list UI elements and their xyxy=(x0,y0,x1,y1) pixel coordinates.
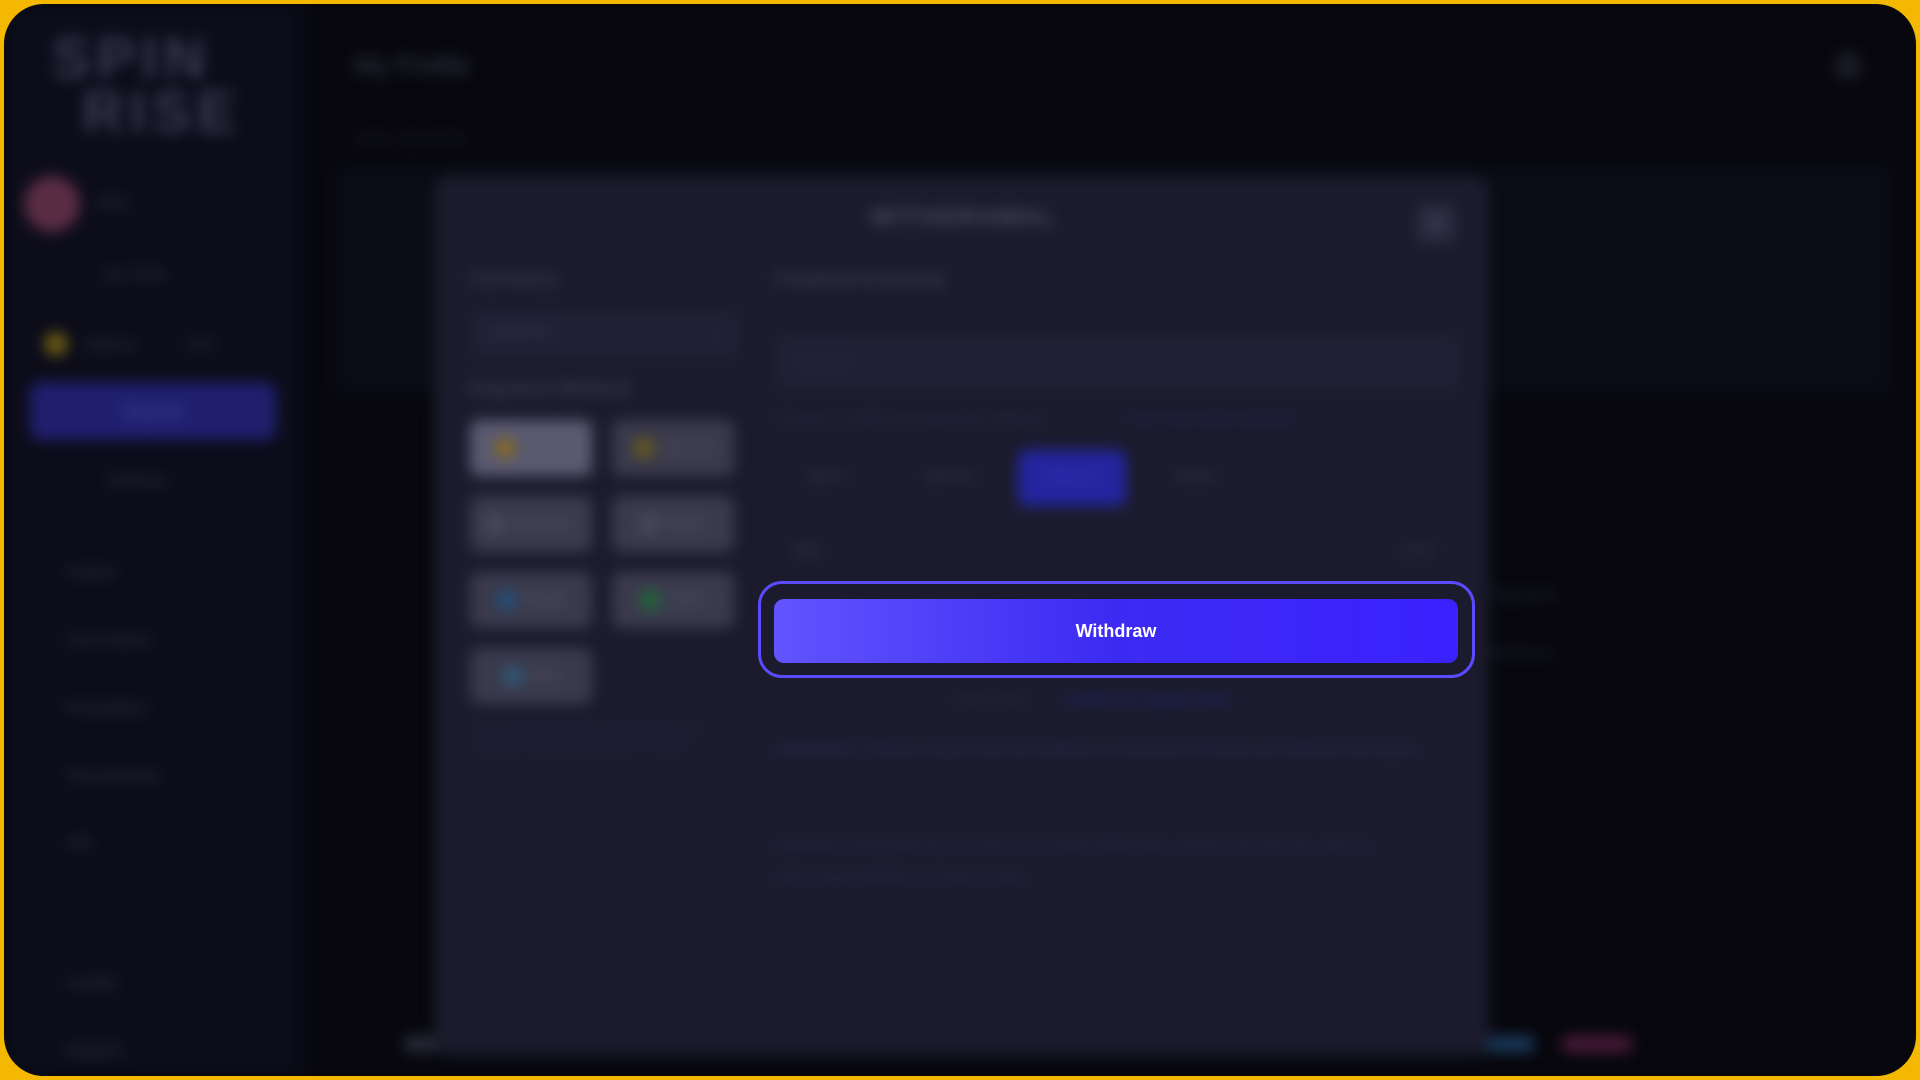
warning-text: WARNING: Please ensure that the address … xyxy=(774,740,1423,759)
tron-icon xyxy=(502,666,523,687)
logo-line-1: SPIN xyxy=(52,26,212,91)
logo-line-2: RISE xyxy=(82,80,242,145)
username: User xyxy=(96,194,130,211)
withdraw-link[interactable]: Withdraw xyxy=(108,472,166,488)
currency-select[interactable]: CRYPTO ⌄ xyxy=(470,310,740,358)
modal-title: WITHDRAWAL xyxy=(870,204,1057,231)
payment-method-usdt[interactable]: USDT xyxy=(612,572,734,628)
currency-label: Currency xyxy=(470,268,558,290)
ripple-icon xyxy=(496,590,517,611)
sidebar-item-casino[interactable]: Casino xyxy=(66,564,116,582)
amount-input[interactable]: 100 USD xyxy=(774,526,1460,576)
profile-link[interactable]: My Profile xyxy=(104,266,166,282)
bitcoin-icon xyxy=(495,438,516,459)
withdraw-button[interactable]: Withdraw xyxy=(774,599,1458,663)
close-icon[interactable]: ✕ xyxy=(1416,204,1456,244)
sidebar-item-support[interactable]: Support xyxy=(66,1042,122,1060)
network-bep2[interactable]: BEP2 xyxy=(774,450,882,506)
currency-value: CRYPTO xyxy=(486,325,553,342)
payment-method-ripple[interactable]: Ripple xyxy=(470,572,592,628)
page-title: My Profile xyxy=(354,50,470,80)
payment-method-litecoin[interactable]: Litecoin xyxy=(612,420,734,476)
coin-icon xyxy=(44,332,68,356)
ethereum-icon xyxy=(485,514,506,535)
network-bep20[interactable]: BEP20 xyxy=(896,450,1004,506)
method-note: Your withdrawal will be processed to the… xyxy=(470,721,701,754)
sidebar-item-promotions[interactable]: Promotions xyxy=(66,700,147,718)
settings-icon[interactable] xyxy=(1834,52,1862,80)
balance-value: 0.00 xyxy=(186,336,214,352)
help-prefix: Need help? xyxy=(954,691,1031,708)
blurred-background: SPIN RISE User My Profile Balance 0.00 D… xyxy=(4,4,1916,1076)
bg-column-label: Payment xyxy=(1484,584,1556,604)
bg-column-value: Withdrawal xyxy=(1484,644,1554,660)
sidebar: SPIN RISE User My Profile Balance 0.00 D… xyxy=(4,4,304,1076)
help-link[interactable]: Contact our support team xyxy=(1062,684,1231,716)
breadcrumb[interactable]: Home / My Profile xyxy=(354,130,465,146)
avatar[interactable] xyxy=(24,176,80,232)
balance-label: Balance xyxy=(86,336,137,352)
usdt-icon xyxy=(639,590,660,611)
payment-method-tether[interactable]: Tether xyxy=(612,496,734,552)
sidebar-item-tournaments[interactable]: Tournaments xyxy=(66,768,159,786)
payment-method-label: Payment Method xyxy=(470,378,631,400)
litecoin-icon xyxy=(634,438,655,459)
network-label: Choose a wallet and payment network xyxy=(774,410,1046,427)
address-input[interactable]: Address xyxy=(774,334,1460,390)
amount-suffix: USD xyxy=(1397,541,1436,561)
processing-label: Cryptoprocessing xyxy=(774,268,946,290)
sidebar-item-loyalty[interactable]: Loyalty xyxy=(66,974,117,992)
chevron-down-icon: ⌄ xyxy=(710,325,724,342)
sidebar-item-vip[interactable]: VIP xyxy=(66,836,92,854)
tether-icon xyxy=(639,514,660,535)
app-frame: SPIN RISE User My Profile Balance 0.00 D… xyxy=(4,4,1916,1076)
network-erc20[interactable]: ERC20 xyxy=(1018,450,1126,506)
deposit-button[interactable]: Deposit xyxy=(30,382,276,440)
network-omni[interactable]: OMNI xyxy=(1140,450,1248,506)
payment-method-tron[interactable]: Tron xyxy=(470,648,592,704)
disclaimer-text: Deposits processed by incorrect or inval… xyxy=(774,836,1372,887)
logo: SPIN RISE xyxy=(52,26,242,145)
network-link[interactable]: Learn more about networks xyxy=(1126,410,1296,426)
amount-value: 100 xyxy=(790,541,821,561)
payment-method-bitcoin[interactable]: Bitcoin xyxy=(470,420,592,476)
payment-method-ethereum[interactable]: Ethereum xyxy=(470,496,592,552)
sidebar-item-live-casino[interactable]: Live Casino xyxy=(66,632,150,650)
